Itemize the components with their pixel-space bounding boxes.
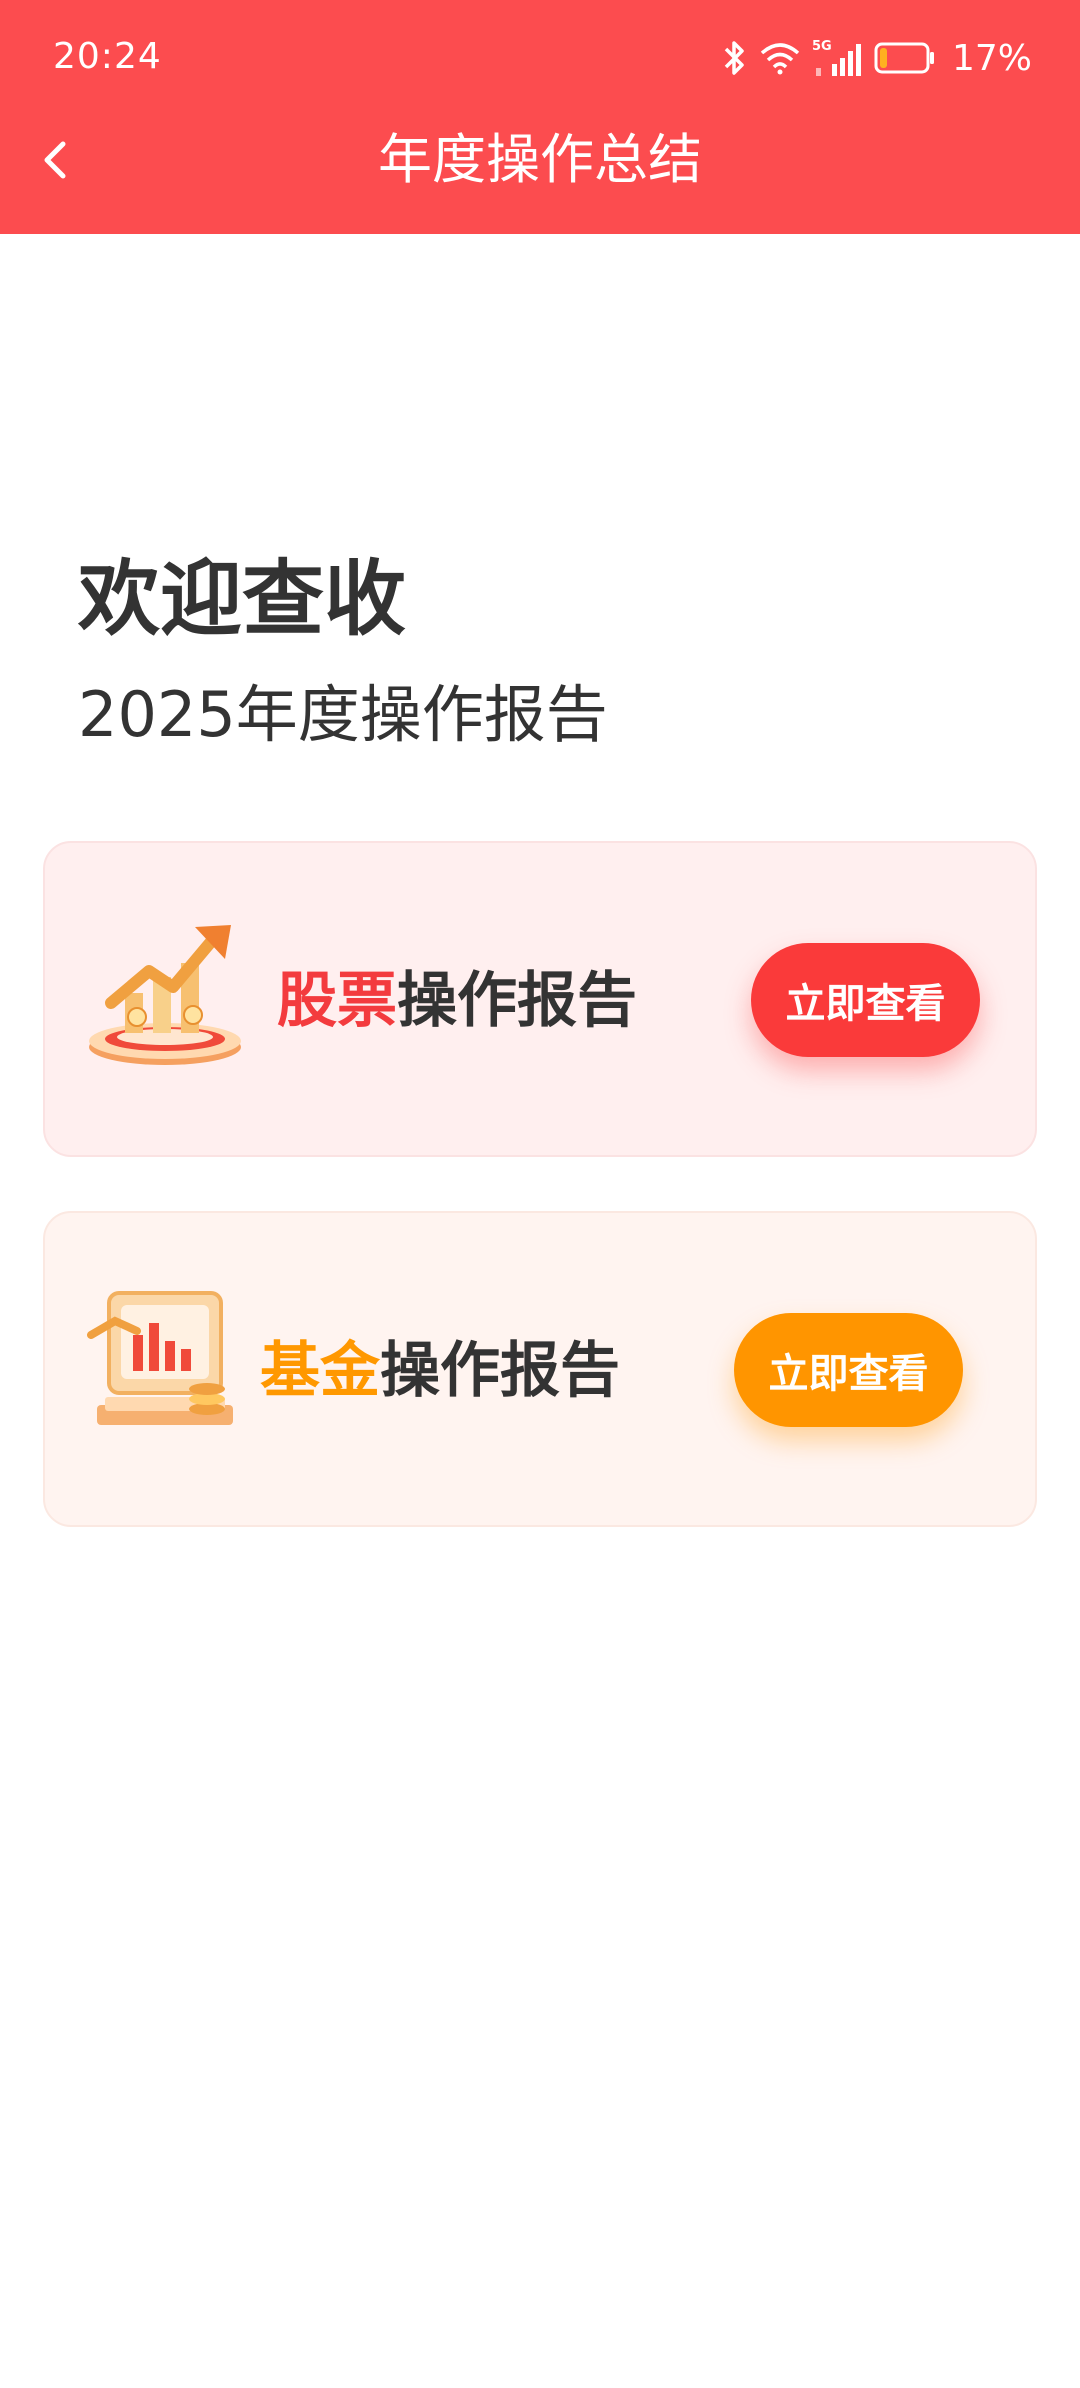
welcome-title: 欢迎查收 [78, 552, 407, 647]
fund-accent-label: 基金 [260, 1336, 380, 1406]
stock-title-rest: 操作报告 [397, 966, 637, 1036]
stock-accent-label: 股票 [277, 966, 397, 1036]
fund-title-rest: 操作报告 [380, 1336, 620, 1406]
app-header: 20:24 5G 17% 年度操作总结 [0, 0, 1080, 234]
welcome-subtitle: 2025年度操作报告 [78, 678, 608, 751]
stock-view-button[interactable]: 立即查看 [751, 943, 980, 1057]
battery-icon [874, 42, 934, 74]
battery-percent: 17% [951, 37, 1032, 79]
fund-report-card[interactable]: 基金操作报告 立即查看 [43, 1211, 1037, 1527]
network-label: 5G [812, 39, 832, 54]
fund-monitor-icon [87, 1291, 233, 1425]
fund-report-title: 基金操作报告 [260, 1331, 620, 1411]
status-time: 20:24 [53, 36, 162, 77]
wifi-icon [760, 43, 800, 75]
stock-chart-icon [89, 925, 241, 1065]
bluetooth-icon [724, 41, 744, 75]
fund-view-button[interactable]: 立即查看 [734, 1313, 963, 1427]
status-icons: 5G 17% [722, 34, 1032, 82]
stock-report-card[interactable]: 股票操作报告 立即查看 [43, 841, 1037, 1157]
stock-report-title: 股票操作报告 [277, 961, 637, 1041]
page-title: 年度操作总结 [378, 128, 702, 191]
signal-5g-icon: 5G [812, 39, 861, 76]
